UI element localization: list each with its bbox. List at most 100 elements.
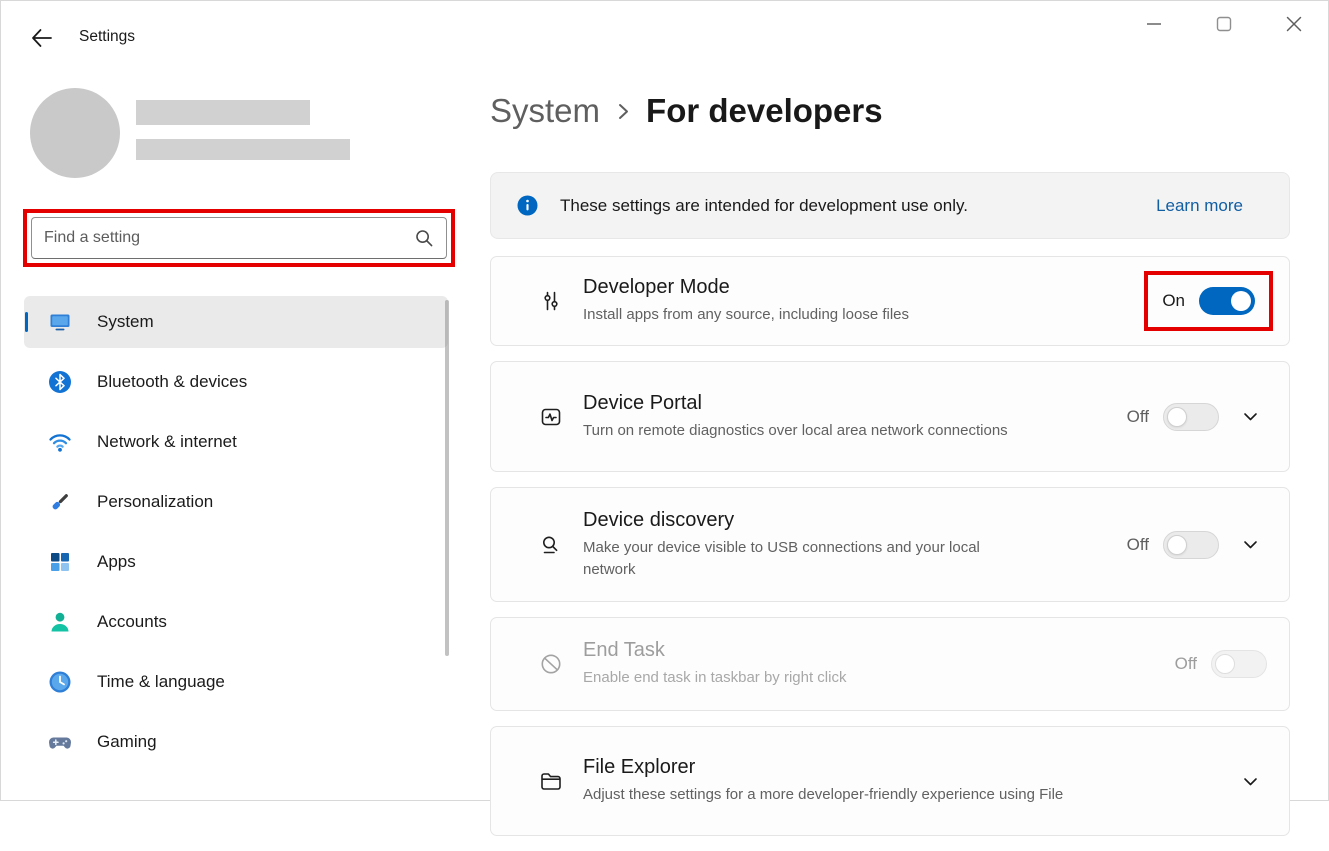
- sidebar-scrollbar[interactable]: [445, 300, 449, 656]
- card-title: Device Portal: [583, 392, 1008, 415]
- sidebar-item-label: Personalization: [97, 492, 213, 512]
- toggle-highlight-box: On: [1144, 271, 1273, 331]
- sidebar-item-network[interactable]: Network & internet: [24, 416, 448, 468]
- sidebar-item-label: Time & language: [97, 672, 225, 692]
- file-explorer-expand-button[interactable]: [1233, 764, 1267, 798]
- sidebar-item-bluetooth[interactable]: Bluetooth & devices: [24, 356, 448, 408]
- chevron-right-icon: [615, 99, 631, 123]
- learn-more-link[interactable]: Learn more: [1156, 196, 1243, 216]
- sidebar-item-label: Network & internet: [97, 432, 237, 452]
- back-button[interactable]: [24, 22, 60, 54]
- card-end-task: End Task Enable end task in taskbar by r…: [490, 617, 1290, 711]
- card-controls: On: [1144, 271, 1267, 331]
- card-text: Developer Mode Install apps from any sou…: [583, 276, 909, 326]
- search-input[interactable]: [44, 229, 414, 247]
- network-icon: [47, 429, 73, 455]
- card-developer-mode: Developer Mode Install apps from any sou…: [490, 256, 1290, 346]
- sidebar-item-label: Apps: [97, 552, 136, 572]
- maximize-button[interactable]: [1189, 0, 1259, 48]
- close-button[interactable]: [1259, 0, 1329, 48]
- search-highlight-box: [23, 209, 455, 267]
- card-text: End Task Enable end task in taskbar by r…: [583, 639, 846, 689]
- close-icon: [1285, 15, 1303, 33]
- accounts-icon: [47, 609, 73, 635]
- card-description: Enable end task in taskbar by right clic…: [583, 667, 846, 689]
- profile-email-placeholder: [136, 139, 350, 160]
- sidebar-item-label: Accounts: [97, 612, 167, 632]
- toggle-label: Off: [1127, 407, 1149, 427]
- sidebar-item-time-language[interactable]: Time & language: [24, 656, 448, 708]
- card-controls: Off: [1127, 400, 1267, 434]
- breadcrumb: System For developers: [490, 92, 883, 130]
- sidebar-item-label: System: [97, 312, 154, 332]
- chevron-down-icon: [1242, 773, 1259, 790]
- minimize-button[interactable]: [1119, 0, 1189, 48]
- end-task-icon: [538, 651, 564, 677]
- titlebar: Settings: [0, 0, 1329, 64]
- sidebar-item-label: Bluetooth & devices: [97, 372, 247, 392]
- card-text: Device Portal Turn on remote diagnostics…: [583, 392, 1008, 442]
- sidebar-nav: System Bluetooth & devices Network & int…: [24, 296, 448, 776]
- settings-cards: Developer Mode Install apps from any sou…: [490, 256, 1290, 851]
- search-box[interactable]: [31, 217, 447, 259]
- apps-icon: [47, 549, 73, 575]
- card-device-portal[interactable]: Device Portal Turn on remote diagnostics…: [490, 361, 1290, 472]
- card-device-discovery[interactable]: Device discovery Make your device visibl…: [490, 487, 1290, 602]
- arrow-left-icon: [31, 28, 53, 48]
- card-title: Device discovery: [583, 509, 1008, 532]
- toggle-knob: [1167, 407, 1187, 427]
- card-description: Install apps from any source, including …: [583, 304, 909, 326]
- time-language-icon: [47, 669, 73, 695]
- end-task-toggle: [1211, 650, 1267, 678]
- gaming-icon: [47, 729, 73, 755]
- sidebar-item-accounts[interactable]: Accounts: [24, 596, 448, 648]
- device-portal-toggle[interactable]: [1163, 403, 1219, 431]
- device-discovery-icon: [538, 532, 564, 558]
- toggle-knob: [1231, 291, 1251, 311]
- app-title: Settings: [79, 28, 135, 46]
- toggle-knob: [1167, 535, 1187, 555]
- page-title: For developers: [646, 92, 883, 130]
- avatar: [30, 88, 120, 178]
- developer-mode-toggle[interactable]: [1199, 287, 1255, 315]
- dev-warning-banner: These settings are intended for developm…: [490, 172, 1290, 239]
- sidebar-item-system[interactable]: System: [24, 296, 448, 348]
- banner-text: These settings are intended for developm…: [560, 196, 1134, 216]
- device-discovery-expand-button[interactable]: [1233, 528, 1267, 562]
- card-description: Adjust these settings for a more develop…: [583, 784, 1063, 806]
- sidebar-item-gaming[interactable]: Gaming: [24, 716, 448, 768]
- toggle-label: On: [1162, 291, 1185, 311]
- developer-mode-icon: [538, 288, 564, 314]
- system-icon: [47, 309, 73, 335]
- bluetooth-icon: [47, 369, 73, 395]
- card-controls: Off: [1175, 650, 1267, 678]
- sidebar-item-personalization[interactable]: Personalization: [24, 476, 448, 528]
- card-title: File Explorer: [583, 756, 1063, 779]
- card-controls: [1233, 764, 1267, 798]
- profile-name-placeholder: [136, 100, 310, 125]
- sidebar-item-apps[interactable]: Apps: [24, 536, 448, 588]
- device-portal-icon: [538, 404, 564, 430]
- personalization-icon: [47, 489, 73, 515]
- card-title: End Task: [583, 639, 846, 662]
- card-text: Device discovery Make your device visibl…: [583, 509, 1008, 581]
- minimize-icon: [1145, 15, 1163, 33]
- card-description: Turn on remote diagnostics over local ar…: [583, 420, 1008, 442]
- toggle-label: Off: [1175, 654, 1197, 674]
- window-controls: [1119, 0, 1329, 48]
- card-file-explorer[interactable]: File Explorer Adjust these settings for …: [490, 726, 1290, 836]
- info-icon: [517, 195, 538, 216]
- card-title: Developer Mode: [583, 276, 909, 299]
- toggle-knob: [1215, 654, 1235, 674]
- card-controls: Off: [1127, 528, 1267, 562]
- toggle-label: Off: [1127, 535, 1149, 555]
- chevron-down-icon: [1242, 408, 1259, 425]
- sidebar-item-label: Gaming: [97, 732, 157, 752]
- card-text: File Explorer Adjust these settings for …: [583, 756, 1063, 806]
- device-portal-expand-button[interactable]: [1233, 400, 1267, 434]
- maximize-icon: [1215, 15, 1233, 33]
- file-explorer-icon: [538, 768, 564, 794]
- device-discovery-toggle[interactable]: [1163, 531, 1219, 559]
- chevron-down-icon: [1242, 536, 1259, 553]
- breadcrumb-parent[interactable]: System: [490, 92, 600, 130]
